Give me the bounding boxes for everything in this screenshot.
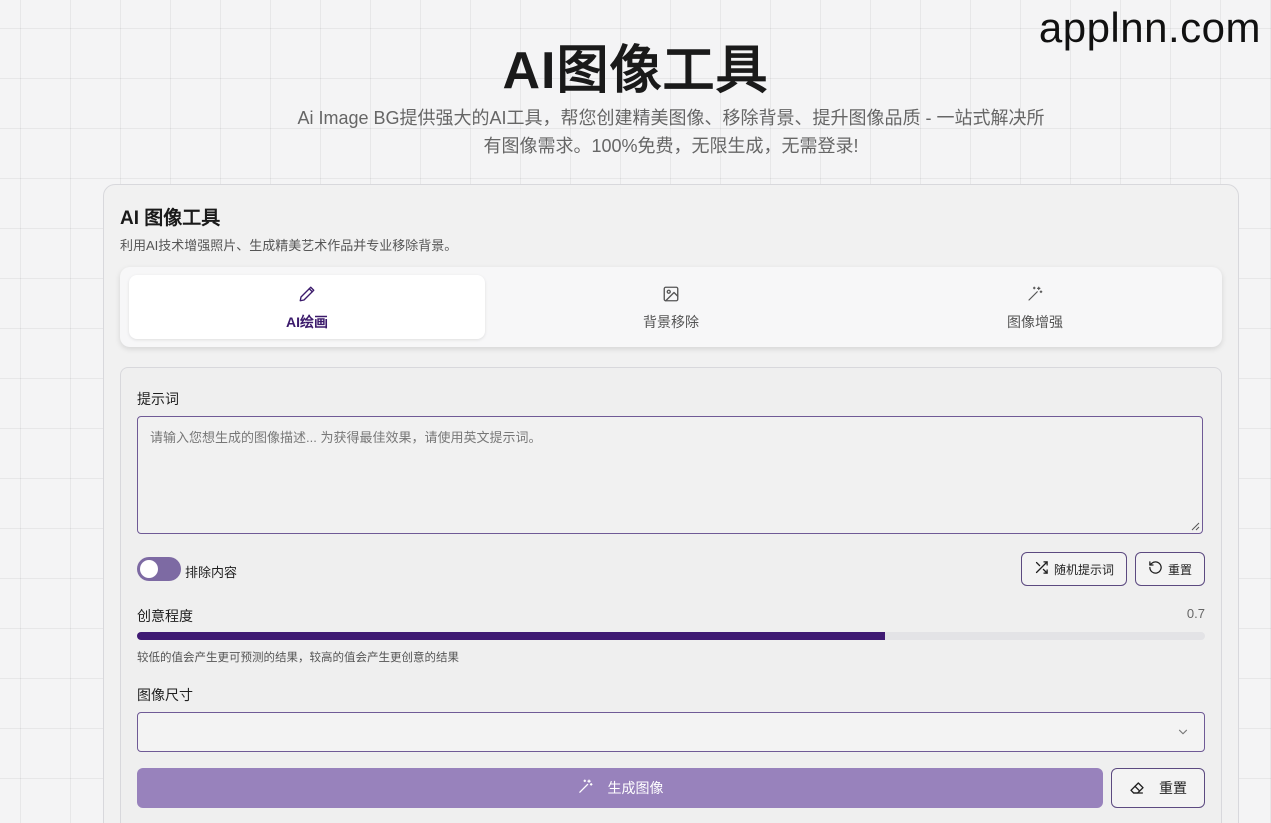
rotate-ccw-icon: [1148, 560, 1163, 578]
page-title: AI图像工具: [502, 42, 769, 100]
reset-label: 重置: [1167, 562, 1192, 577]
ai-painting-panel: 提示词 排除内容 随机提示词 重置: [120, 367, 1222, 823]
tool-tabs: AI绘画 背景移除 图像增强: [120, 267, 1222, 347]
chevron-down-icon: [1176, 725, 1190, 744]
shuffle-icon: [1034, 560, 1049, 578]
prompt-field: [137, 416, 1203, 534]
resize-grip-icon[interactable]: [1190, 521, 1200, 531]
image-icon: [493, 285, 849, 303]
random-prompt-label: 随机提示词: [1053, 562, 1114, 577]
reset-prompt-button[interactable]: 重置: [1135, 552, 1205, 586]
prompt-label: 提示词: [137, 391, 179, 407]
page-subtitle: Ai Image BG提供强大的AI工具，帮您创建精美图像、移除背景、提升图像品…: [297, 108, 1045, 156]
creativity-slider-fill: [137, 632, 885, 640]
tab-label: AI绘画: [286, 314, 328, 330]
tool-card: AI 图像工具 利用AI技术增强照片、生成精美艺术作品并专业移除背景。 AI绘画…: [103, 184, 1239, 823]
random-prompt-button[interactable]: 随机提示词: [1021, 552, 1127, 586]
creativity-label: 创意程度: [137, 608, 193, 624]
card-title: AI 图像工具: [120, 208, 221, 229]
generate-image-label: 生成图像: [607, 780, 664, 796]
prompt-input[interactable]: [138, 417, 1202, 533]
reset-form-button[interactable]: 重置: [1111, 768, 1205, 808]
exclude-content-toggle[interactable]: [137, 557, 181, 581]
creativity-value: 0.7: [1186, 606, 1205, 621]
creativity-hint: 较低的值会产生更可预测的结果，较高的值会产生更创意的结果: [137, 652, 459, 664]
tab-ai-painting[interactable]: AI绘画: [129, 275, 485, 339]
toggle-knob: [140, 560, 158, 578]
image-size-label: 图像尺寸: [137, 687, 193, 703]
exclude-content-label: 排除内容: [185, 565, 238, 580]
pencil-icon: [129, 285, 485, 303]
tab-background-removal[interactable]: 背景移除: [493, 275, 849, 339]
magic-wand-icon: [577, 778, 594, 798]
magic-wand-icon: [857, 285, 1213, 303]
reset-form-label: 重置: [1159, 780, 1187, 796]
eraser-icon: [1129, 779, 1145, 798]
tab-image-enhance[interactable]: 图像增强: [857, 275, 1213, 339]
generate-image-button[interactable]: 生成图像: [137, 768, 1103, 808]
tab-label: 背景移除: [643, 314, 699, 330]
tab-label: 图像增强: [1007, 314, 1063, 330]
card-description: 利用AI技术增强照片、生成精美艺术作品并专业移除背景。: [120, 238, 458, 253]
image-size-select[interactable]: [137, 712, 1205, 752]
creativity-slider[interactable]: [137, 632, 1205, 640]
